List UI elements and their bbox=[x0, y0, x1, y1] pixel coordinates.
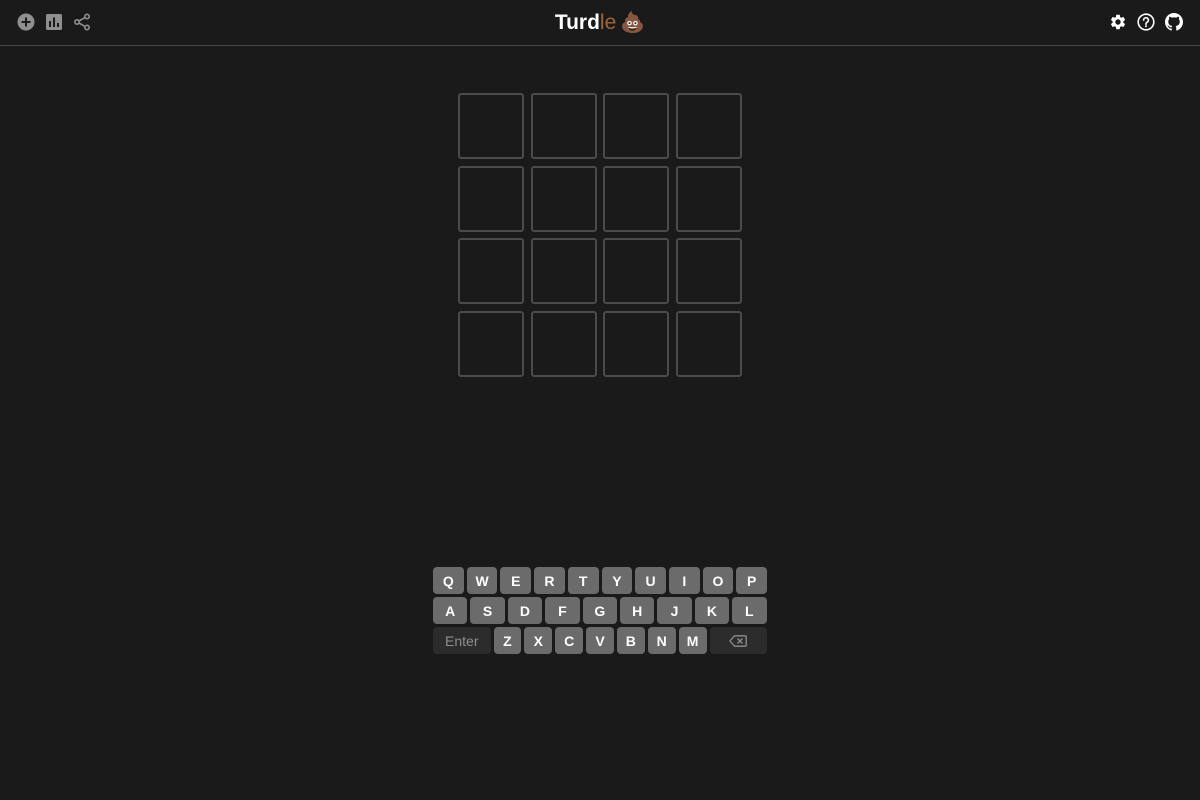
backspace-key[interactable] bbox=[709, 627, 768, 654]
key-t[interactable]: T bbox=[567, 567, 599, 594]
key-h[interactable]: H bbox=[619, 597, 655, 624]
keyboard-row-1: Q W E R T Y U I O P bbox=[433, 567, 768, 594]
key-p[interactable]: P bbox=[736, 567, 768, 594]
backspace-icon bbox=[729, 634, 748, 647]
enter-key[interactable]: Enter bbox=[433, 627, 491, 654]
key-w[interactable]: W bbox=[466, 567, 498, 594]
board-cell bbox=[530, 93, 597, 159]
game-board bbox=[458, 93, 742, 377]
poop-emoji-icon: 💩 bbox=[620, 12, 646, 34]
key-j[interactable]: J bbox=[657, 597, 692, 624]
key-g[interactable]: G bbox=[582, 597, 617, 624]
on-screen-keyboard: Q W E R T Y U I O P A S D F G H J K L En… bbox=[433, 567, 768, 657]
key-b[interactable]: B bbox=[616, 627, 645, 654]
keyboard-row-2: A S D F G H J K L bbox=[433, 597, 767, 624]
key-o[interactable]: O bbox=[702, 567, 734, 594]
key-k[interactable]: K bbox=[694, 597, 730, 624]
key-s[interactable]: S bbox=[470, 597, 505, 624]
keyboard-row-3: Enter Z X C V B N M bbox=[433, 627, 768, 654]
github-icon[interactable] bbox=[1164, 12, 1184, 32]
app-title: Turdle 💩 bbox=[0, 10, 1200, 35]
gear-icon[interactable] bbox=[1108, 12, 1128, 32]
key-y[interactable]: Y bbox=[601, 567, 633, 594]
key-f[interactable]: F bbox=[545, 597, 580, 624]
key-c[interactable]: C bbox=[555, 627, 584, 654]
key-d[interactable]: D bbox=[507, 597, 543, 624]
key-x[interactable]: X bbox=[524, 627, 553, 654]
key-r[interactable]: R bbox=[534, 567, 565, 594]
board-cell bbox=[458, 93, 524, 159]
key-q[interactable]: Q bbox=[433, 567, 464, 594]
board-cell bbox=[530, 165, 597, 232]
key-a[interactable]: A bbox=[433, 597, 468, 624]
board-cell bbox=[603, 310, 669, 377]
key-v[interactable]: V bbox=[586, 627, 614, 654]
key-e[interactable]: E bbox=[500, 567, 532, 594]
board-cell bbox=[458, 165, 524, 232]
key-l[interactable]: L bbox=[732, 597, 767, 624]
key-i[interactable]: I bbox=[668, 567, 700, 594]
help-circle-icon[interactable] bbox=[1136, 12, 1156, 32]
board-cell bbox=[458, 238, 524, 304]
board-cell bbox=[530, 238, 597, 304]
key-u[interactable]: U bbox=[635, 567, 666, 594]
board-cell bbox=[603, 238, 669, 304]
title-accent: le bbox=[599, 11, 617, 34]
app-header: Turdle 💩 bbox=[0, 0, 1200, 46]
board-cell bbox=[458, 310, 524, 377]
board-cell bbox=[603, 165, 669, 232]
key-n[interactable]: N bbox=[647, 627, 676, 654]
board-cell bbox=[675, 93, 742, 159]
board-cell bbox=[603, 93, 669, 159]
key-m[interactable]: M bbox=[678, 627, 707, 654]
header-right-actions bbox=[1108, 12, 1184, 32]
board-cell bbox=[675, 165, 742, 232]
board-cell bbox=[675, 238, 742, 304]
key-z[interactable]: Z bbox=[493, 627, 522, 654]
title-main: Turd bbox=[554, 11, 600, 34]
board-cell bbox=[675, 310, 742, 377]
board-cell bbox=[530, 310, 597, 377]
